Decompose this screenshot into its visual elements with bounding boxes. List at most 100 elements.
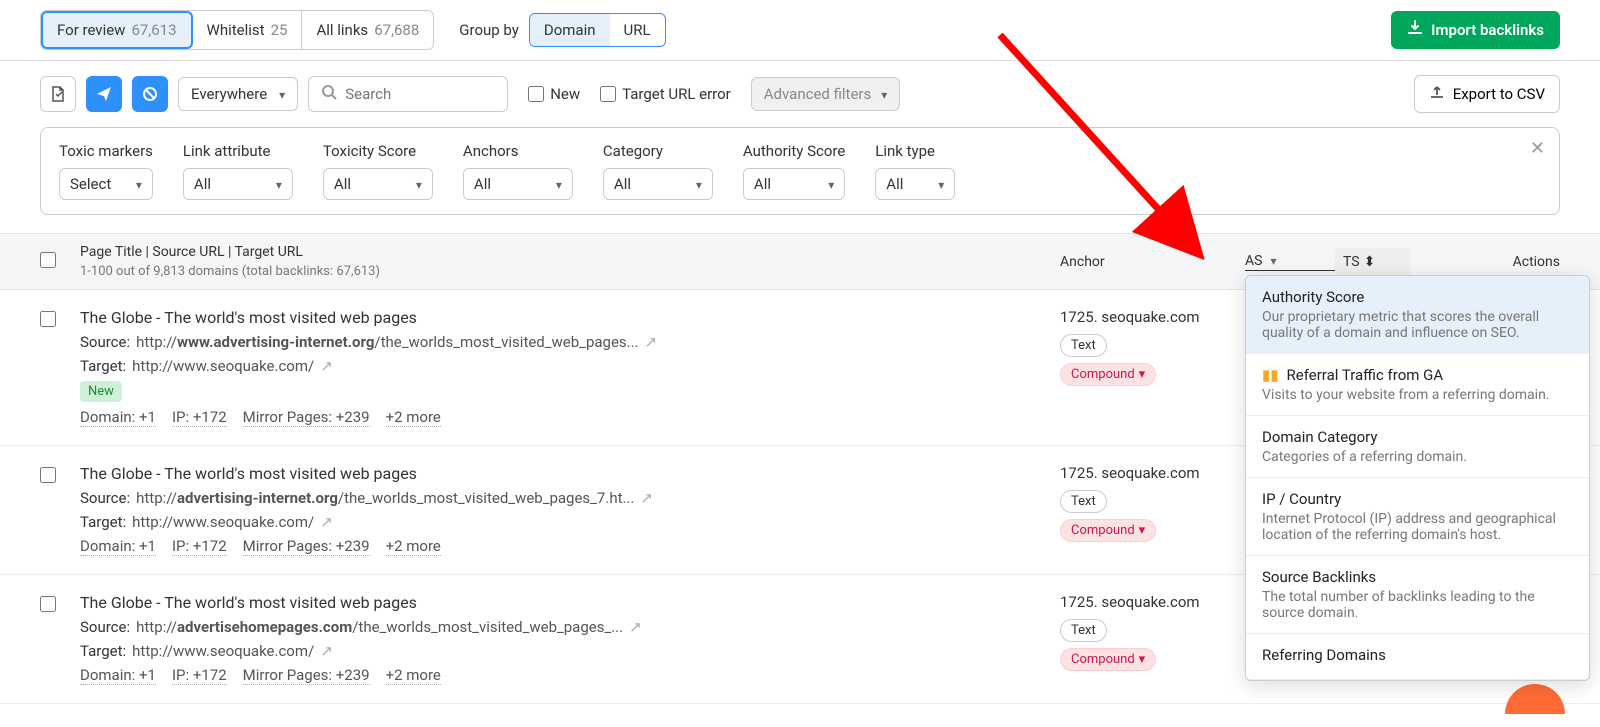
export-csv-button[interactable]: Export to CSV bbox=[1414, 75, 1560, 113]
th-ts[interactable]: TS⬍ bbox=[1335, 248, 1410, 276]
meta-mirror[interactable]: Mirror Pages: +239 bbox=[243, 537, 370, 556]
filter-authscore-select[interactable]: All bbox=[743, 168, 845, 200]
advanced-filters-button[interactable]: Advanced filters bbox=[751, 77, 901, 111]
checkbox-label: Target URL error bbox=[622, 85, 731, 103]
filter-toxic-markers: Toxic markers Select bbox=[59, 142, 153, 200]
popover-item[interactable]: Domain Category Categories of a referrin… bbox=[1246, 416, 1589, 478]
popover-item[interactable]: ▮▮ Referral Traffic from GA Visits to yo… bbox=[1246, 354, 1589, 416]
popover-item-sub: Internet Protocol (IP) address and geogr… bbox=[1262, 511, 1573, 543]
external-link-icon[interactable]: ↗ bbox=[320, 513, 333, 531]
anchor-compound-pill[interactable]: Compound ▾ bbox=[1060, 648, 1156, 671]
popover-item[interactable]: Source Backlinks The total number of bac… bbox=[1246, 556, 1589, 634]
filter-toxicity-score: Toxicity Score All bbox=[323, 142, 433, 200]
tab-for-review[interactable]: For review 67,613 bbox=[41, 11, 193, 49]
tab-whitelist[interactable]: Whitelist 25 bbox=[193, 11, 303, 49]
group-by-domain[interactable]: Domain bbox=[530, 14, 610, 46]
search-icon bbox=[321, 84, 337, 104]
import-backlinks-button[interactable]: Import backlinks bbox=[1391, 11, 1560, 49]
th-as[interactable]: AS bbox=[1245, 253, 1335, 271]
popover-item[interactable]: IP / Country Internet Protocol (IP) addr… bbox=[1246, 478, 1589, 556]
popover-item[interactable]: Referring Domains bbox=[1246, 634, 1589, 680]
filter-category-select[interactable]: All bbox=[603, 168, 713, 200]
meta-domain[interactable]: Domain: +1 bbox=[80, 666, 156, 685]
meta-mirror[interactable]: Mirror Pages: +239 bbox=[243, 666, 370, 685]
target-label: Target: bbox=[80, 357, 126, 375]
filter-linkattr-select[interactable]: All bbox=[183, 168, 293, 200]
filter-toxscore-select[interactable]: All bbox=[323, 168, 433, 200]
filter-linktype-select[interactable]: All bbox=[875, 168, 955, 200]
popover-item[interactable]: Authority Score Our proprietary metric t… bbox=[1246, 276, 1589, 354]
row-meta: Domain: +1 IP: +172 Mirror Pages: +239 +… bbox=[80, 408, 1060, 427]
chevron-down-icon: ▾ bbox=[1139, 367, 1146, 382]
row-anchor: 1725. seoquake.com Text Compound ▾ bbox=[1060, 593, 1245, 685]
filter-label: Toxicity Score bbox=[323, 142, 433, 160]
popover-item-title: Source Backlinks bbox=[1262, 568, 1573, 586]
popover-item-sub: Our proprietary metric that scores the o… bbox=[1262, 309, 1573, 341]
as-column-popover: Authority Score Our proprietary metric t… bbox=[1245, 275, 1590, 681]
scope-dropdown[interactable]: Everywhere bbox=[178, 77, 298, 111]
external-link-icon[interactable]: ↗ bbox=[645, 333, 658, 351]
target-url-error-checkbox[interactable]: Target URL error bbox=[600, 85, 731, 103]
new-checkbox-input[interactable] bbox=[528, 86, 544, 102]
group-by-segments: Domain URL bbox=[529, 13, 666, 47]
source-label: Source: bbox=[80, 489, 130, 507]
target-url[interactable]: http://www.seoquake.com/ bbox=[132, 642, 314, 660]
close-icon[interactable]: ✕ bbox=[1530, 138, 1545, 159]
button-label: Import backlinks bbox=[1431, 21, 1544, 39]
meta-more[interactable]: +2 more bbox=[386, 537, 441, 556]
external-link-icon[interactable]: ↗ bbox=[629, 618, 642, 636]
tab-all-links[interactable]: All links 67,688 bbox=[302, 11, 433, 49]
source-label: Source: bbox=[80, 618, 130, 636]
meta-more[interactable]: +2 more bbox=[386, 666, 441, 685]
filter-anchors: Anchors All bbox=[463, 142, 573, 200]
select-all-checkbox[interactable] bbox=[40, 252, 56, 268]
meta-more[interactable]: +2 more bbox=[386, 408, 441, 427]
source-url[interactable]: http://advertising-internet.org/the_worl… bbox=[136, 489, 634, 507]
export-icon-button[interactable] bbox=[40, 76, 76, 112]
search-input[interactable] bbox=[345, 85, 495, 103]
anchor-text: 1725. seoquake.com bbox=[1060, 593, 1245, 611]
filter-panel: Toxic markers Select Link attribute All … bbox=[40, 127, 1560, 215]
row-checkbox[interactable] bbox=[40, 311, 56, 327]
target-url[interactable]: http://www.seoquake.com/ bbox=[132, 513, 314, 531]
group-by-url[interactable]: URL bbox=[610, 14, 665, 46]
block-icon-button[interactable] bbox=[132, 76, 168, 112]
filter-anchors-select[interactable]: All bbox=[463, 168, 573, 200]
popover-item-title: Authority Score bbox=[1262, 288, 1573, 306]
meta-mirror[interactable]: Mirror Pages: +239 bbox=[243, 408, 370, 427]
button-label: Export to CSV bbox=[1453, 85, 1545, 103]
row-title: The Globe - The world's most visited web… bbox=[80, 593, 1060, 612]
chevron-down-icon bbox=[275, 85, 285, 103]
meta-ip[interactable]: IP: +172 bbox=[172, 537, 227, 556]
group-by: Group by Domain URL bbox=[459, 13, 665, 47]
anchor-compound-pill[interactable]: Compound ▾ bbox=[1060, 363, 1156, 386]
external-link-icon[interactable]: ↗ bbox=[320, 357, 333, 375]
meta-ip[interactable]: IP: +172 bbox=[172, 666, 227, 685]
row-checkbox[interactable] bbox=[40, 596, 56, 612]
filter-authority-score: Authority Score All bbox=[743, 142, 845, 200]
target-url-error-checkbox-input[interactable] bbox=[600, 86, 616, 102]
source-url[interactable]: http://advertisehomepages.com/the_worlds… bbox=[136, 618, 623, 636]
chevron-down-icon: ▾ bbox=[1139, 523, 1146, 538]
new-checkbox[interactable]: New bbox=[528, 85, 580, 103]
popover-item-title: Referring Domains bbox=[1262, 646, 1573, 664]
filter-label: Category bbox=[603, 142, 713, 160]
meta-ip[interactable]: IP: +172 bbox=[172, 408, 227, 427]
checkbox-label: New bbox=[550, 85, 580, 103]
target-url[interactable]: http://www.seoquake.com/ bbox=[132, 357, 314, 375]
row-checkbox[interactable] bbox=[40, 467, 56, 483]
row-target: Target: http://www.seoquake.com/ ↗ bbox=[80, 513, 1060, 531]
external-link-icon[interactable]: ↗ bbox=[640, 489, 653, 507]
new-badge: New bbox=[80, 381, 122, 402]
filter-toxic-select[interactable]: Select bbox=[59, 168, 153, 200]
chevron-down-icon bbox=[552, 175, 562, 193]
send-icon-button[interactable] bbox=[86, 76, 122, 112]
tab-count: 67,688 bbox=[374, 21, 419, 39]
row-source: Source: http://advertisehomepages.com/th… bbox=[80, 618, 1060, 636]
search-box[interactable] bbox=[308, 76, 508, 112]
meta-domain[interactable]: Domain: +1 bbox=[80, 537, 156, 556]
external-link-icon[interactable]: ↗ bbox=[320, 642, 333, 660]
meta-domain[interactable]: Domain: +1 bbox=[80, 408, 156, 427]
source-url[interactable]: http://www.advertising-internet.org/the_… bbox=[136, 333, 638, 351]
anchor-compound-pill[interactable]: Compound ▾ bbox=[1060, 519, 1156, 542]
